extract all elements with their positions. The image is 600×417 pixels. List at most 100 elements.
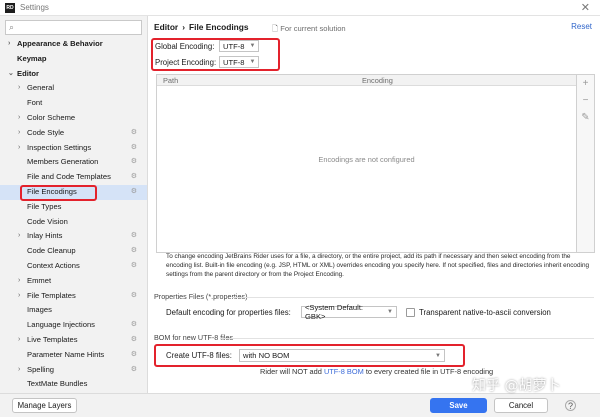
highlight-box-file-encodings bbox=[20, 184, 97, 201]
sidebar-item-editor[interactable]: ⌄ Editor bbox=[0, 67, 147, 82]
chevron-right-icon[interactable]: › bbox=[18, 81, 20, 96]
project-scope-icon: ⚙ bbox=[130, 128, 137, 136]
project-scope-icon: ⚙ bbox=[130, 232, 137, 240]
settings-search-input[interactable]: ⌕ bbox=[5, 20, 142, 35]
encoding-help-text: To change encoding JetBrains Rider uses … bbox=[166, 253, 590, 279]
sidebar-item-label: Code Vision bbox=[27, 216, 68, 226]
chevron-right-icon[interactable]: › bbox=[18, 289, 20, 304]
scope-label: For current solution bbox=[280, 24, 346, 33]
sidebar-item-context-actions[interactable]: Context Actions ⚙ bbox=[0, 259, 147, 274]
sidebar-item-label: File and Code Templates bbox=[27, 172, 111, 182]
utf8-bom-link[interactable]: UTF-8 BOM bbox=[324, 367, 364, 376]
sidebar-item-label: Color Scheme bbox=[27, 112, 76, 122]
sidebar-item-label: File Types bbox=[27, 201, 62, 211]
scope-indicator: 🗋 For current solution bbox=[272, 23, 346, 36]
transparent-conversion-checkbox[interactable] bbox=[406, 307, 415, 317]
sidebar-item-font[interactable]: Font bbox=[0, 96, 147, 111]
sidebar-item-label: Spelling bbox=[27, 364, 55, 374]
edit-icon[interactable]: ✎ bbox=[577, 109, 594, 126]
sidebar-item-language-injections[interactable]: Language Injections ⚙ bbox=[0, 318, 147, 333]
sidebar-item-label: Appearance & Behavior bbox=[17, 39, 103, 48]
watermark: 知乎 @胡萝卜 bbox=[472, 378, 561, 394]
encodings-table[interactable]: Path Encoding Encodings are not configur… bbox=[156, 74, 577, 253]
bom-note: Rider will NOT add UTF-8 BOM to every cr… bbox=[260, 367, 493, 376]
transparent-conversion-label[interactable]: Transparent native-to-ascii conversion bbox=[419, 308, 551, 317]
sidebar-item-file-and-code-templates[interactable]: File and Code Templates ⚙ bbox=[0, 170, 147, 185]
reset-link[interactable]: Reset bbox=[571, 22, 592, 31]
properties-encoding-select[interactable]: <System Default: GBK> ▼ bbox=[301, 303, 397, 321]
file-encodings-panel: Editor › File Encodings 🗋 For current so… bbox=[148, 16, 600, 393]
column-header-path[interactable]: Path bbox=[157, 75, 340, 85]
breadcrumb-file-encodings: File Encodings bbox=[189, 22, 249, 32]
save-button[interactable]: Save bbox=[430, 398, 487, 413]
manage-layers-button[interactable]: Manage Layers bbox=[12, 398, 77, 413]
sidebar-item-label: Font bbox=[27, 98, 43, 108]
chevron-right-icon[interactable]: › bbox=[18, 126, 20, 141]
bom-note-prefix: Rider will NOT add bbox=[260, 367, 324, 376]
sidebar-item-label: Inlay Hints bbox=[27, 231, 63, 241]
project-scope-icon: ⚙ bbox=[130, 321, 137, 329]
chevron-right-icon[interactable]: › bbox=[18, 229, 20, 244]
cancel-button[interactable]: Cancel bbox=[494, 398, 548, 413]
chevron-right-icon[interactable]: › bbox=[8, 37, 10, 52]
project-scope-icon: ⚙ bbox=[130, 350, 137, 358]
project-scope-icon: ⚙ bbox=[130, 173, 137, 181]
column-header-encoding[interactable]: Encoding bbox=[340, 75, 393, 85]
sidebar-item-file-encodings[interactable]: File Encodings ⚙ bbox=[0, 184, 147, 201]
sidebar-item-inspection-settings[interactable]: › Inspection Settings ⚙ bbox=[0, 141, 147, 156]
highlight-box-encodings bbox=[151, 38, 280, 71]
sidebar-item-members-generation[interactable]: Members Generation ⚙ bbox=[0, 155, 147, 170]
sidebar-item-label: Code Cleanup bbox=[27, 246, 76, 256]
breadcrumb-separator: › bbox=[182, 22, 185, 32]
close-icon[interactable]: ✕ bbox=[581, 1, 590, 14]
breadcrumb-editor[interactable]: Editor bbox=[154, 22, 178, 32]
project-scope-icon: ⚙ bbox=[130, 261, 137, 269]
chevron-right-icon[interactable]: › bbox=[18, 111, 20, 126]
sidebar-item-label: Members Generation bbox=[27, 157, 99, 167]
sidebar-item-label: Editor bbox=[17, 68, 39, 78]
sidebar-item-spelling[interactable]: › Spelling ⚙ bbox=[0, 363, 147, 378]
chevron-right-icon[interactable]: › bbox=[18, 363, 20, 378]
chevron-right-icon[interactable]: › bbox=[18, 274, 20, 289]
remove-icon[interactable]: − bbox=[577, 92, 594, 109]
sidebar-item-inlay-hints[interactable]: › Inlay Hints ⚙ bbox=[0, 229, 147, 244]
sidebar-item-label: Language Injections bbox=[27, 320, 95, 330]
sidebar-item-label: Keymap bbox=[17, 53, 47, 63]
chevron-down-icon[interactable]: ⌄ bbox=[8, 67, 14, 82]
sidebar-item-label: General bbox=[27, 83, 55, 93]
table-toolbar: + − ✎ bbox=[577, 74, 595, 253]
sidebar-item-textmate-bundles[interactable]: TextMate Bundles bbox=[0, 377, 147, 392]
divider bbox=[220, 338, 594, 339]
dialog-footer: Manage Layers Save Cancel ? bbox=[0, 393, 600, 417]
sidebar-item-parameter-name-hints[interactable]: Parameter Name Hints ⚙ bbox=[0, 348, 147, 363]
project-scope-icon: ⚙ bbox=[130, 143, 137, 151]
document-icon: 🗋 bbox=[272, 24, 279, 33]
sidebar-item-general[interactable]: › General bbox=[0, 81, 147, 96]
help-icon[interactable]: ? bbox=[565, 400, 576, 411]
sidebar-item-code-cleanup[interactable]: Code Cleanup ⚙ bbox=[0, 244, 147, 259]
chevron-right-icon[interactable]: › bbox=[18, 141, 20, 156]
sidebar-item-color-scheme[interactable]: › Color Scheme bbox=[0, 111, 147, 126]
sidebar-item-live-templates[interactable]: › Live Templates ⚙ bbox=[0, 333, 147, 348]
sidebar-item-emmet[interactable]: › Emmet bbox=[0, 274, 147, 289]
project-scope-icon: ⚙ bbox=[130, 247, 137, 255]
sidebar-item-appearance-behavior[interactable]: › Appearance & Behavior bbox=[0, 37, 147, 52]
sidebar-item-code-style[interactable]: › Code Style ⚙ bbox=[0, 126, 147, 141]
sidebar-item-file-templates[interactable]: › File Templates ⚙ bbox=[0, 289, 147, 304]
sidebar-item-label: TextMate Bundles bbox=[27, 379, 88, 389]
add-icon[interactable]: + bbox=[577, 75, 594, 92]
empty-table-text: Encodings are not configured bbox=[318, 155, 415, 164]
sidebar-item-label: Parameter Name Hints bbox=[27, 349, 105, 359]
sidebar-item-file-types[interactable]: File Types bbox=[0, 200, 147, 215]
sidebar-item-code-vision[interactable]: Code Vision bbox=[0, 215, 147, 230]
sidebar-item-keymap[interactable]: Keymap bbox=[0, 52, 147, 67]
sidebar-item-label: Code Style bbox=[27, 127, 65, 137]
sidebar-item-images[interactable]: Images bbox=[0, 303, 147, 318]
sidebar-item-label: Live Templates bbox=[27, 334, 78, 344]
chevron-right-icon[interactable]: › bbox=[18, 333, 20, 348]
rider-app-icon: RD bbox=[5, 2, 15, 13]
window-title: Settings bbox=[20, 3, 49, 12]
properties-encoding-value: <System Default: GBK> bbox=[305, 303, 364, 321]
chevron-down-icon: ▼ bbox=[387, 309, 393, 315]
project-scope-icon: ⚙ bbox=[130, 158, 137, 166]
